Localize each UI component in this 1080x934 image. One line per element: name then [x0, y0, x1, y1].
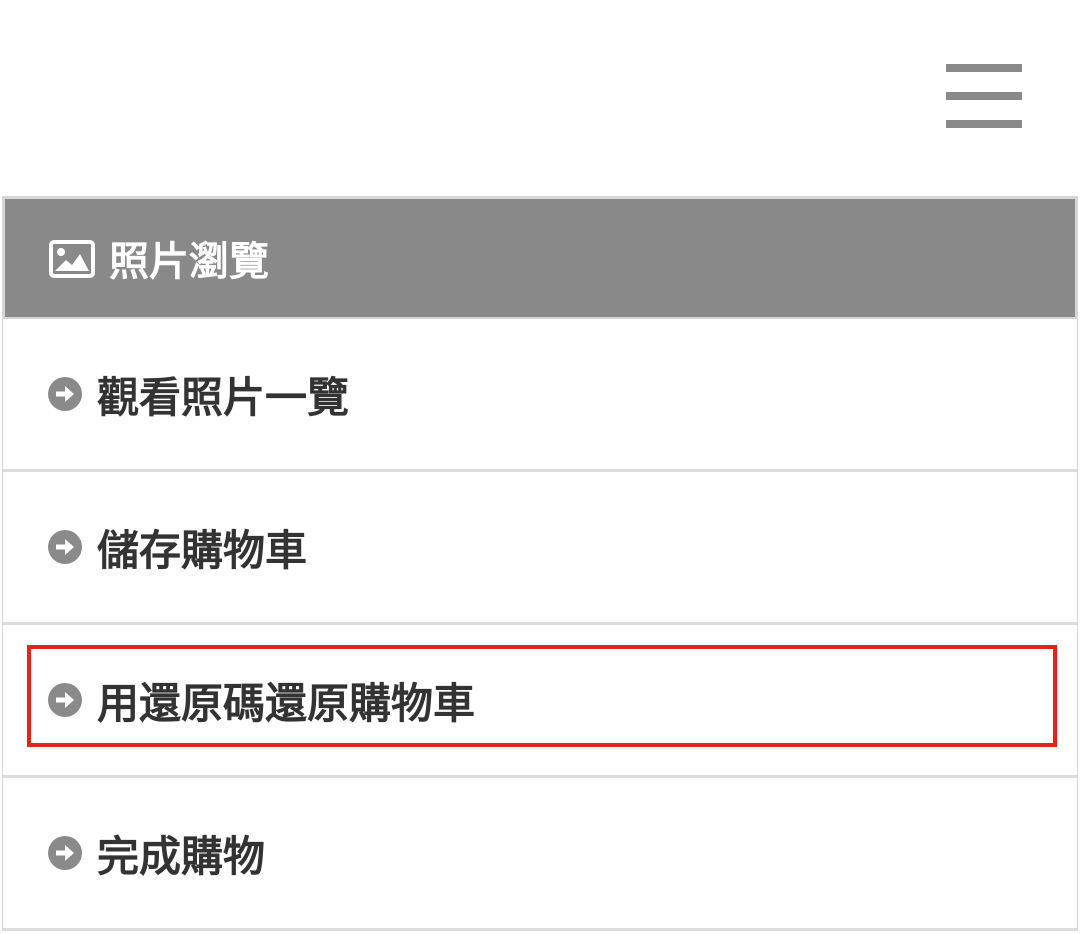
- menu-item-label: 完成購物: [97, 831, 266, 881]
- hamburger-bar: [946, 64, 1022, 72]
- arrow-circle-right-icon: [47, 682, 83, 718]
- menu-item-checkout[interactable]: 完成購物: [3, 778, 1077, 931]
- arrow-circle-right-icon: [47, 376, 83, 412]
- arrow-circle-right-icon: [47, 835, 83, 871]
- menu-item-save-cart[interactable]: 儲存購物車: [3, 472, 1077, 625]
- arrow-circle-right-icon: [47, 529, 83, 565]
- hamburger-bar: [946, 92, 1022, 100]
- side-menu: 照片瀏覽 觀看照片一覽 儲存購物車 用還原碼還原購物車 完成購物: [2, 196, 1078, 931]
- menu-item-restore-cart[interactable]: 用還原碼還原購物車: [3, 625, 1077, 778]
- menu-item-label: 觀看照片一覽: [97, 372, 350, 422]
- top-bar: [0, 0, 1080, 196]
- menu-item-label: 儲存購物車: [97, 525, 308, 575]
- image-icon: [49, 240, 95, 278]
- menu-item-label: 用還原碼還原購物車: [97, 678, 476, 728]
- menu-section-header: 照片瀏覽: [3, 197, 1077, 319]
- menu-section-title: 照片瀏覽: [109, 239, 269, 285]
- hamburger-menu-icon[interactable]: [946, 63, 1022, 129]
- menu-item-view-photos[interactable]: 觀看照片一覽: [3, 319, 1077, 472]
- hamburger-bar: [946, 120, 1022, 128]
